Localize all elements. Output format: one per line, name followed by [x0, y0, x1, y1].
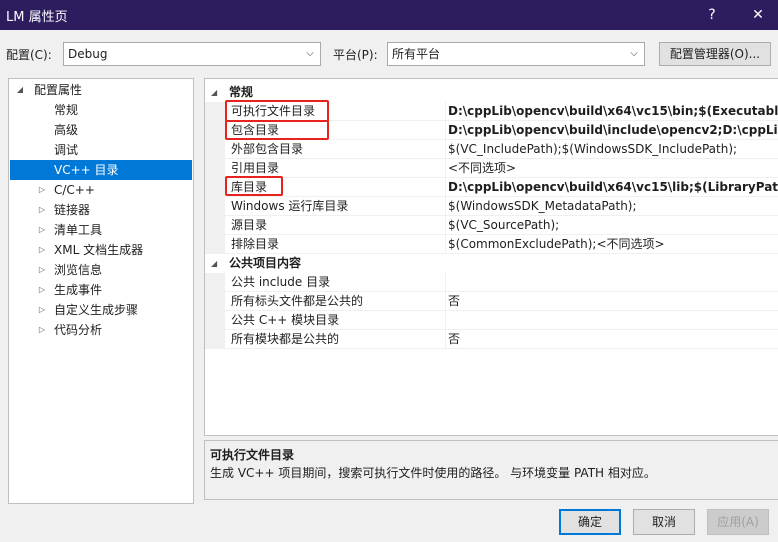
chevron-down-icon: ⌵	[630, 48, 638, 59]
property-grid: ◢ 常规 可执行文件目录 D:\cppLib\opencv\build\x64\v…	[204, 78, 778, 436]
expanded-triangle-icon[interactable]: ◢	[211, 254, 217, 273]
config-label: 配置(C):	[6, 48, 52, 62]
property-row[interactable]: 公共 C++ 模块目录	[205, 311, 778, 330]
red-highlight-box	[225, 100, 329, 122]
expanded-triangle-icon[interactable]: ◢	[14, 80, 26, 100]
property-tree: ◢ 配置属性 常规 高级 调试 VC++ 目录 ▷ C/C++ ▷ 链接器 ▷ …	[8, 78, 194, 504]
property-row[interactable]: 引用目录 <不同选项>	[205, 159, 778, 178]
description-title: 可执行文件目录	[210, 448, 295, 462]
tree-item-advanced[interactable]: 高级	[10, 120, 192, 140]
description-text: 生成 VC++ 项目期间，搜索可执行文件时使用的路径。 与环境变量 PATH 相…	[210, 466, 656, 480]
ok-button[interactable]: 确定	[559, 509, 621, 535]
title-bar: LM 属性页 ? ✕	[0, 0, 778, 30]
property-row[interactable]: 所有模块都是公共的否	[205, 330, 778, 349]
property-row[interactable]: 排除目录 $(CommonExcludePath);<不同选项>	[205, 235, 778, 254]
red-highlight-box	[225, 120, 329, 140]
tree-item-c-cpp[interactable]: ▷ C/C++	[10, 180, 192, 200]
tree-item-build-events[interactable]: ▷ 生成事件	[10, 280, 192, 300]
property-row[interactable]: 所有标头文件都是公共的否	[205, 292, 778, 311]
tree-item-xml-doc-generator[interactable]: ▷ XML 文档生成器	[10, 240, 192, 260]
red-highlight-box	[225, 176, 283, 196]
collapsed-triangle-icon[interactable]: ▷	[36, 240, 48, 260]
close-button[interactable]: ✕	[736, 0, 778, 30]
apply-button[interactable]: 应用(A)	[707, 509, 769, 535]
expanded-triangle-icon[interactable]: ◢	[211, 83, 217, 102]
cancel-button[interactable]: 取消	[633, 509, 695, 535]
tree-item-custom-build-step[interactable]: ▷ 自定义生成步骤	[10, 300, 192, 320]
chevron-down-icon: ⌵	[306, 48, 314, 59]
property-row[interactable]: 库目录 D:\cppLib\opencv\build\x64\vc15\lib;$…	[205, 178, 778, 197]
collapsed-triangle-icon[interactable]: ▷	[36, 320, 48, 340]
help-button[interactable]: ?	[690, 0, 734, 30]
collapsed-triangle-icon[interactable]: ▷	[36, 220, 48, 240]
property-row[interactable]: Windows 运行库目录 $(WindowsSDK_MetadataPath);	[205, 197, 778, 216]
tree-item-debugging[interactable]: 调试	[10, 140, 192, 160]
description-panel: 可执行文件目录 生成 VC++ 项目期间，搜索可执行文件时使用的路径。 与环境变…	[204, 440, 778, 500]
tree-item-linker[interactable]: ▷ 链接器	[10, 200, 192, 220]
config-value: Debug	[68, 47, 108, 61]
collapsed-triangle-icon[interactable]: ▷	[36, 300, 48, 320]
tree-item-manifest-tool[interactable]: ▷ 清单工具	[10, 220, 192, 240]
category-public-project-content[interactable]: ◢ 公共项目内容	[205, 254, 778, 273]
platform-dropdown[interactable]: 所有平台 ⌵	[387, 42, 645, 66]
config-dropdown[interactable]: Debug ⌵	[63, 42, 321, 66]
configuration-bar: 配置(C): Debug ⌵ 平台(P): 所有平台 ⌵ 配置管理器(O)...	[0, 40, 778, 68]
configuration-manager-button[interactable]: 配置管理器(O)...	[659, 42, 771, 66]
window-title: LM 属性页	[6, 9, 68, 25]
tree-item-root[interactable]: ◢ 配置属性	[10, 80, 192, 100]
tree-item-browse-information[interactable]: ▷ 浏览信息	[10, 260, 192, 280]
collapsed-triangle-icon[interactable]: ▷	[36, 200, 48, 220]
tree-item-vc-directories[interactable]: VC++ 目录	[10, 160, 192, 180]
property-row[interactable]: 源目录 $(VC_SourcePath);	[205, 216, 778, 235]
collapsed-triangle-icon[interactable]: ▷	[36, 280, 48, 300]
platform-value: 所有平台	[392, 47, 441, 61]
platform-label: 平台(P):	[333, 48, 378, 62]
collapsed-triangle-icon[interactable]: ▷	[36, 180, 48, 200]
tree-item-general[interactable]: 常规	[10, 100, 192, 120]
collapsed-triangle-icon[interactable]: ▷	[36, 260, 48, 280]
tree-item-code-analysis[interactable]: ▷ 代码分析	[10, 320, 192, 340]
property-row[interactable]: 外部包含目录 $(VC_IncludePath);$(WindowsSDK_Inc…	[205, 140, 778, 159]
property-row[interactable]: 公共 include 目录	[205, 273, 778, 292]
